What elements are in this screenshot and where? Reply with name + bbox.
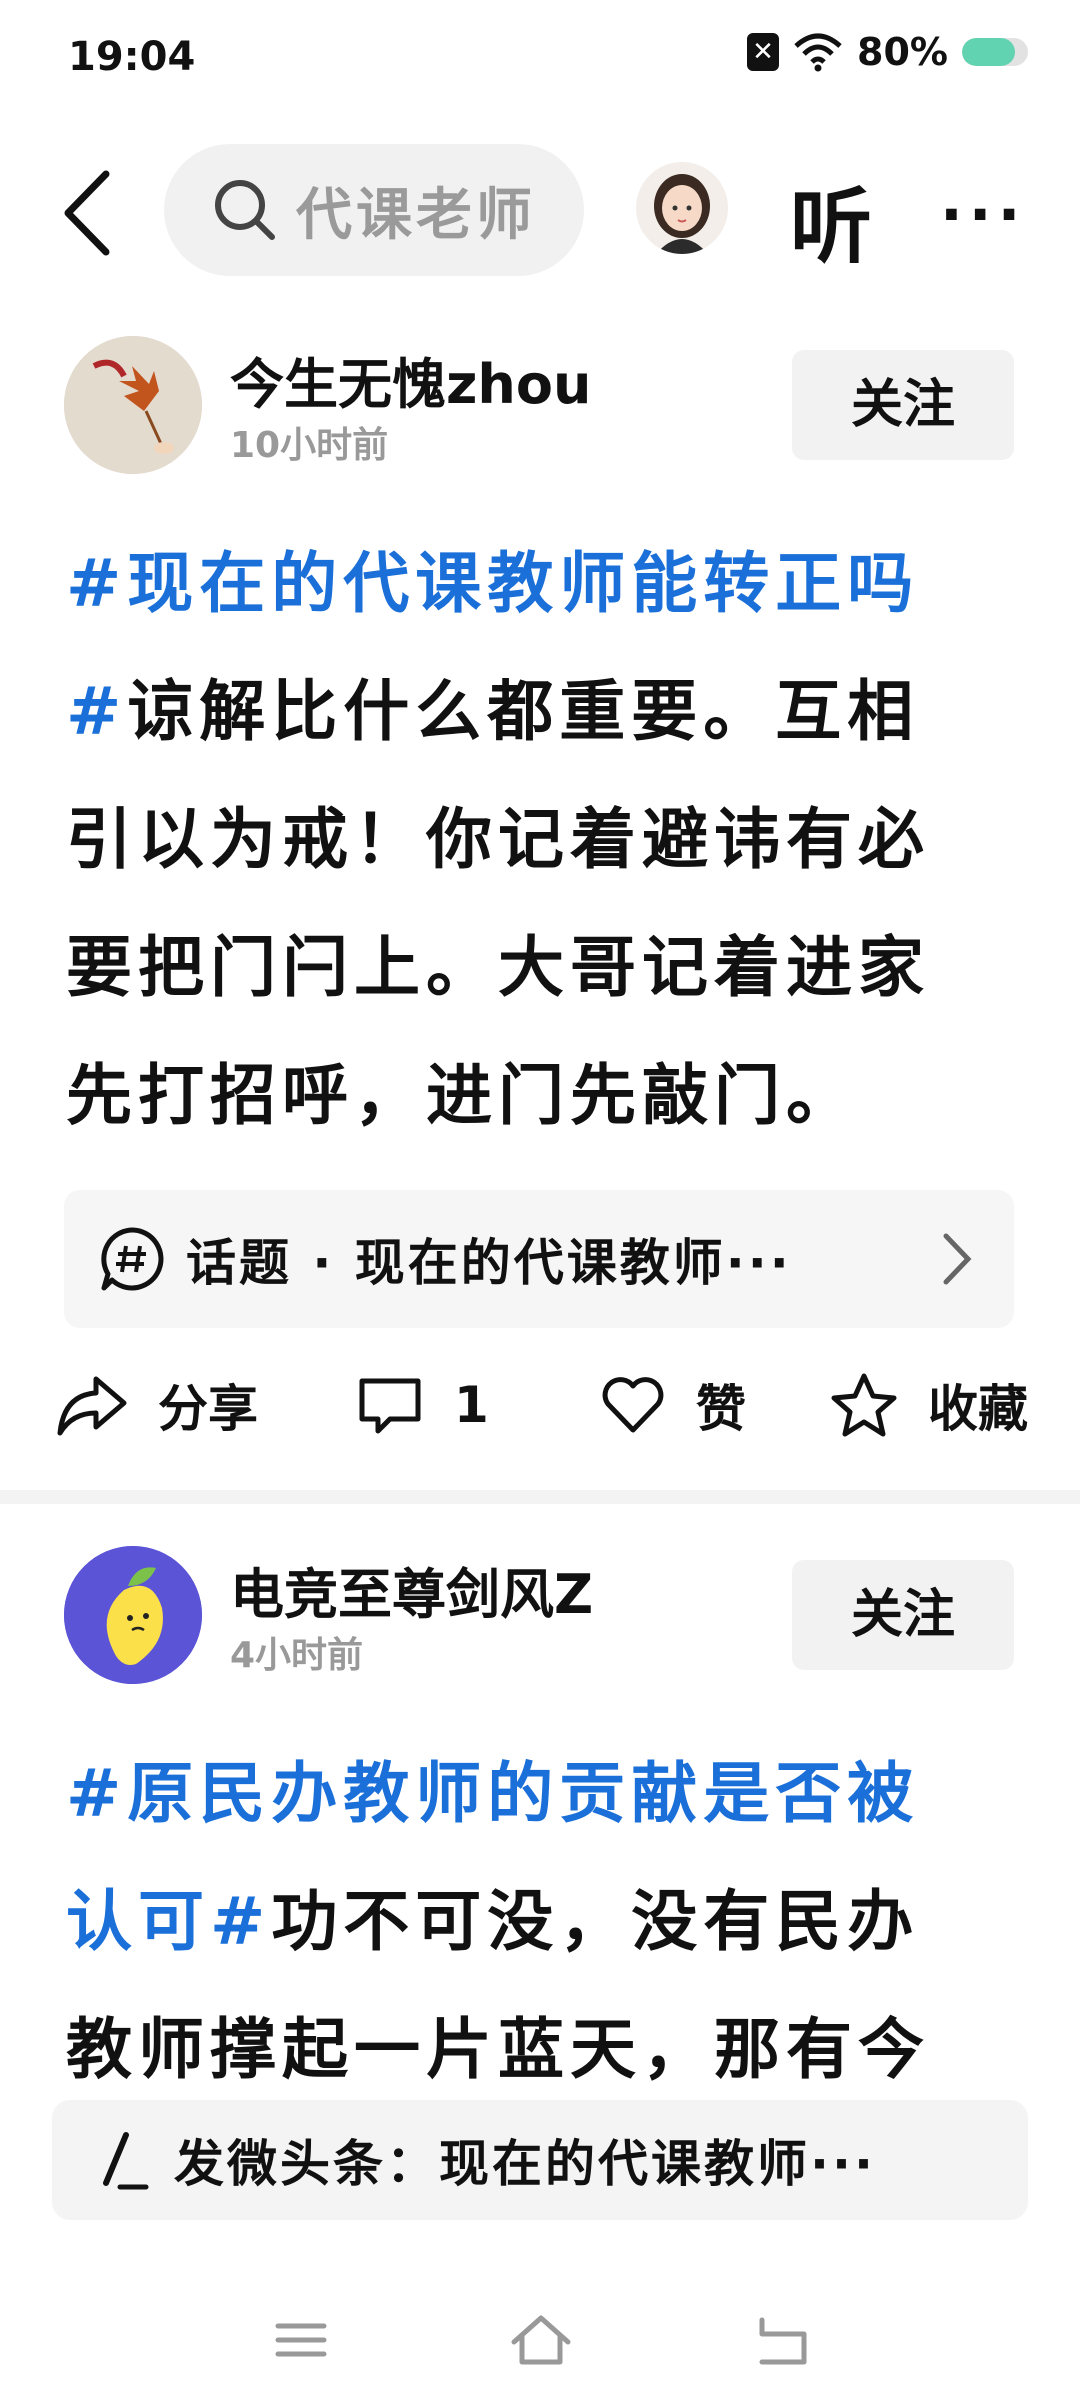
text-line: 教师撑起一片蓝天，那有今 <box>66 2011 930 2088</box>
more-menu-button[interactable]: ··· <box>940 180 1026 250</box>
user-avatar[interactable] <box>636 162 728 254</box>
search-placeholder: 代课老师 <box>296 182 536 248</box>
follow-button[interactable]: 关注 <box>792 350 1014 460</box>
author-avatar[interactable] <box>64 1546 202 1684</box>
home-icon[interactable] <box>506 2310 576 2370</box>
author-avatar[interactable] <box>64 336 202 474</box>
post-text[interactable]: #原民办教师的贡献是否被 认可#功不可没，没有民办 教师撑起一片蓝天，那有今 <box>66 1730 1026 2114</box>
post-card: 今生无愧zhou 10小时前 关注 #现在的代课教师能转正吗 #谅解比什么都重要… <box>0 330 1080 1480</box>
star-icon <box>831 1373 897 1437</box>
compose-bar[interactable]: 发微头条：现在的代课教师··· <box>52 2100 1028 2220</box>
comment-icon <box>359 1378 421 1434</box>
topic-link[interactable]: 话题 · 现在的代课教师··· <box>64 1190 1014 1328</box>
like-button[interactable]: 赞 <box>600 1350 746 1460</box>
menu-icon[interactable] <box>266 2310 336 2370</box>
post-text[interactable]: #现在的代课教师能转正吗 #谅解比什么都重要。互相 引以为戒！你记着避讳有必 要… <box>66 520 1026 1160</box>
back-nav-icon[interactable] <box>746 2310 816 2370</box>
topic-label: 话题 · 现在的代课教师··· <box>186 1234 792 1292</box>
post-actions: 分享 1 赞 收藏 <box>0 1350 1080 1460</box>
pen-icon <box>103 2132 149 2190</box>
avatar-lemon-icon <box>64 1546 202 1684</box>
hashtag-link[interactable]: # <box>66 673 127 750</box>
text-line: #现在的代课教师能转正吗 <box>66 520 1026 648</box>
battery-icon <box>962 38 1028 66</box>
text-line: 认可#功不可没，没有民办 <box>66 1883 920 1960</box>
avatar-maple-leaf-icon <box>64 336 202 474</box>
post-time: 4小时前 <box>230 1635 364 1676</box>
compose-label: 发微头条：现在的代课教师··· <box>174 2135 876 2193</box>
status-bar: 19:04 ✕ 80% <box>0 0 1080 115</box>
system-nav-bar <box>0 2290 1080 2400</box>
follow-button[interactable]: 关注 <box>792 1560 1014 1670</box>
text-line: 要把门闩上。大哥记着进家 <box>66 929 930 1006</box>
back-arrow-icon[interactable] <box>58 168 118 258</box>
no-sim-icon: ✕ <box>747 33 780 71</box>
text-line: 引以为戒！你记着避讳有必 <box>66 801 930 878</box>
author-name[interactable]: 电竞至尊剑风Z <box>230 1550 593 1629</box>
share-icon <box>57 1376 127 1436</box>
search-bar[interactable]: 代课老师 <box>164 144 584 276</box>
post-card: 电竞至尊剑风Z 4小时前 关注 #原民办教师的贡献是否被 认可#功不可没，没有民… <box>0 1540 1080 2100</box>
text-line: 先打招呼，进门先敲门。 <box>66 1057 858 1134</box>
collect-button[interactable]: 收藏 <box>830 1350 1028 1460</box>
text-line: #谅解比什么都重要。互相 <box>66 673 920 750</box>
avatar-girl-icon <box>654 174 710 254</box>
heart-icon <box>602 1377 664 1433</box>
post-time: 10小时前 <box>230 425 389 466</box>
search-icon <box>215 180 275 240</box>
top-bar: 代课老师 听 ··· <box>0 140 1080 280</box>
share-button[interactable]: 分享 <box>56 1350 258 1460</box>
author-name[interactable]: 今生无愧zhou <box>230 340 591 419</box>
chevron-right-icon <box>943 1233 972 1285</box>
hashtag-link[interactable]: #原民办教师的贡献是否被 <box>66 1755 919 1832</box>
battery-percent: 80% <box>857 30 948 74</box>
topic-hash-icon <box>101 1227 164 1291</box>
hashtag-link[interactable]: #现在的代课教师能转正吗 <box>66 545 919 622</box>
listen-button[interactable]: 听 <box>790 160 872 279</box>
text-line: #原民办教师的贡献是否被 <box>66 1730 1026 1858</box>
post-divider <box>0 1490 1080 1504</box>
status-time: 19:04 <box>68 34 196 80</box>
wifi-icon <box>794 33 842 72</box>
hashtag-link[interactable]: 认可# <box>66 1883 271 1960</box>
comment-button[interactable]: 1 <box>356 1350 489 1460</box>
